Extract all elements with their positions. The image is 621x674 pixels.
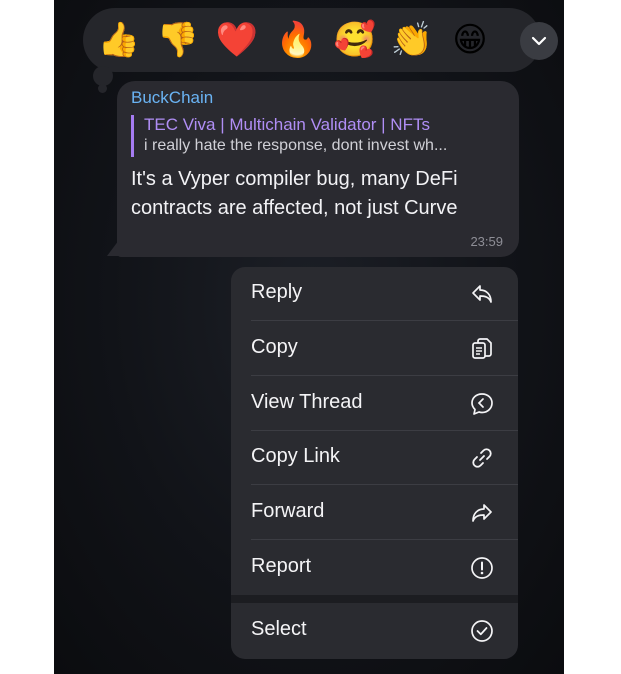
chevron-down-icon — [531, 36, 547, 46]
checkmark-circle-icon — [471, 620, 493, 642]
copy-icon — [472, 338, 492, 359]
reaction-bar-tail-dot — [98, 84, 107, 93]
menu-item-label: Copy — [251, 336, 298, 358]
menu-item-copy-link[interactable]: Copy Link — [231, 431, 518, 485]
fire-icon[interactable]: 🔥 — [275, 18, 319, 62]
report-icon — [471, 557, 493, 579]
reply-icon — [472, 285, 492, 303]
reaction-bar: 👍 👎 ❤️ 🔥 🥰 👏 😁 — [83, 8, 558, 72]
heart-icon[interactable]: ❤️ — [215, 18, 259, 62]
clapping-hands-icon[interactable]: 👏 — [390, 18, 434, 62]
menu-divider — [251, 375, 518, 376]
menu-item-forward[interactable]: Forward — [231, 486, 518, 540]
context-menu: Reply Copy View Thread Copy Link Forward… — [231, 267, 518, 659]
menu-item-label: View Thread — [251, 391, 363, 413]
menu-divider — [251, 539, 518, 540]
message-time: 23:59 — [470, 234, 503, 249]
menu-divider — [251, 320, 518, 321]
reply-quote[interactable]: TEC Viva | Multichain Validator | NFTs i… — [131, 115, 514, 157]
menu-item-select[interactable]: Select — [231, 604, 518, 658]
menu-item-view-thread[interactable]: View Thread — [231, 377, 518, 431]
menu-item-copy[interactable]: Copy — [231, 322, 518, 376]
menu-item-label: Select — [251, 618, 307, 640]
expand-reactions-button[interactable] — [520, 22, 558, 60]
forward-icon — [472, 504, 492, 522]
reaction-bar-tail — [93, 66, 113, 86]
thread-icon — [471, 393, 493, 415]
grinning-face-icon[interactable]: 😁 — [448, 18, 492, 62]
menu-item-label: Reply — [251, 281, 303, 303]
menu-item-report[interactable]: Report — [231, 541, 518, 595]
menu-divider — [251, 484, 518, 485]
bubble-tail — [107, 240, 119, 256]
menu-section-gap — [231, 595, 518, 603]
menu-item-label: Forward — [251, 500, 325, 522]
thumbs-up-icon[interactable]: 👍 — [97, 18, 141, 62]
chat-screen: 👍 👎 ❤️ 🔥 🥰 👏 😁 BuckChain TEC Viva | Mult… — [54, 0, 564, 674]
quote-title: TEC Viva | Multichain Validator | NFTs — [144, 115, 430, 134]
link-icon — [472, 448, 492, 468]
thumbs-down-icon[interactable]: 👎 — [156, 18, 200, 62]
sender-name[interactable]: BuckChain — [131, 88, 213, 108]
menu-item-label: Copy Link — [251, 445, 340, 467]
menu-item-label: Report — [251, 555, 312, 577]
quote-text: i really hate the response, dont invest … — [144, 137, 448, 154]
menu-item-reply[interactable]: Reply — [231, 267, 518, 321]
message-bubble[interactable]: BuckChain TEC Viva | Multichain Validato… — [117, 81, 519, 257]
smiling-hearts-icon[interactable]: 🥰 — [333, 18, 377, 62]
message-text: It's a Vyper compiler bug, many DeFi con… — [131, 168, 458, 219]
